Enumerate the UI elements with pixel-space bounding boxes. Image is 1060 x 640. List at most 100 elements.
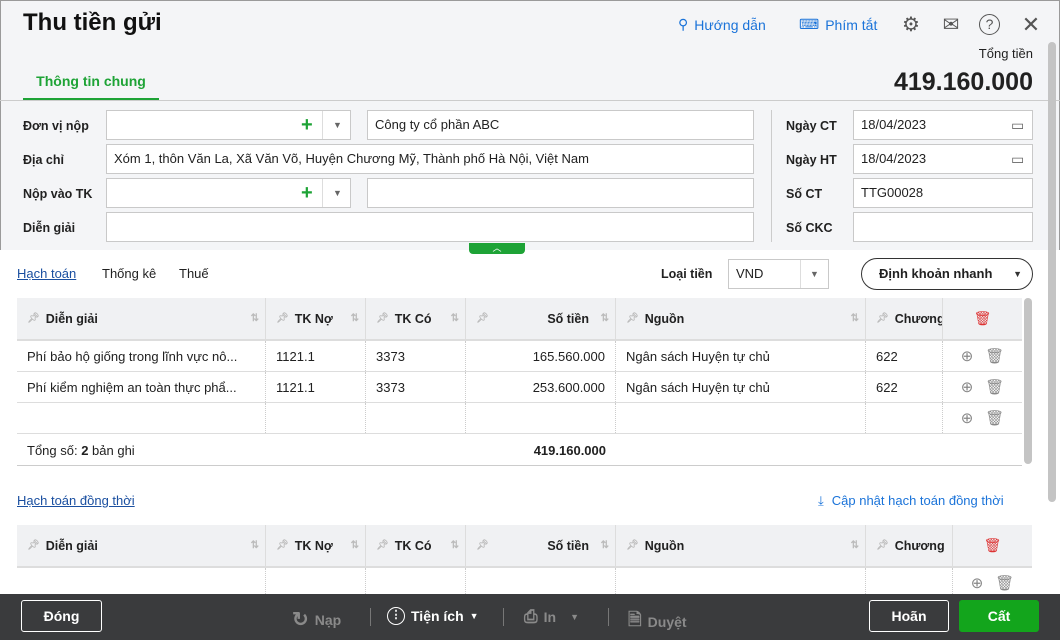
trash-icon[interactable]: 🗑︎ bbox=[995, 574, 1014, 592]
pin-icon: 📌︎ bbox=[876, 540, 889, 551]
scrollbar[interactable] bbox=[1024, 298, 1032, 464]
cell-credit-account[interactable]: 3373 bbox=[366, 341, 466, 371]
column-header-credit-account[interactable]: 📌︎ TK Có ⇅ bbox=[366, 525, 466, 566]
save-button[interactable]: Cất bbox=[959, 600, 1039, 632]
pin-icon: 📌︎ bbox=[27, 313, 40, 324]
table-row[interactable]: Phí kiểm nghiệm an toàn thực phẩ... 1121.… bbox=[17, 372, 1022, 403]
doc-date-input[interactable]: 18/04/2023 bbox=[853, 110, 1033, 140]
add-row-icon[interactable]: ⊕ bbox=[961, 409, 974, 427]
reload-button[interactable]: ↻ Nạp bbox=[292, 607, 341, 632]
tab-tax[interactable]: Thuế bbox=[179, 266, 209, 281]
cell-amount[interactable]: 253.600.000 bbox=[466, 372, 616, 402]
payer-name-input[interactable]: Công ty cổ phần ABC bbox=[367, 110, 754, 140]
transfer-number-input[interactable] bbox=[853, 212, 1033, 242]
table-row[interactable]: Phí bảo hộ giống trong lĩnh vực nô... 112… bbox=[17, 341, 1022, 372]
chevron-down-icon: ▼ bbox=[1013, 269, 1022, 279]
approve-button[interactable]: 🗎 Duyệt bbox=[628, 607, 687, 636]
table-row[interactable]: ⊕ 🗑︎ bbox=[17, 403, 1022, 434]
divider bbox=[771, 110, 772, 242]
column-header-chapter[interactable]: 📌︎ Chương bbox=[866, 525, 953, 566]
mail-icon[interactable]: ✉ bbox=[939, 13, 963, 37]
chevron-down-icon[interactable]: ▼ bbox=[333, 120, 342, 130]
calendar-icon[interactable]: ▭ bbox=[1011, 151, 1024, 168]
sort-icon: ⇅ bbox=[250, 540, 259, 551]
cell-chapter[interactable]: 622 bbox=[866, 341, 943, 371]
cell-debit-account[interactable]: 1121.1 bbox=[266, 372, 366, 402]
pin-icon: 📌︎ bbox=[476, 313, 489, 324]
payer-code-input[interactable] bbox=[106, 110, 351, 140]
trash-icon[interactable]: 🗑︎ bbox=[985, 409, 1004, 427]
column-header-debit-account[interactable]: 📌︎ TK Nợ ⇅ bbox=[266, 525, 366, 566]
utilities-button[interactable]: ⋮ Tiện ích ▼ bbox=[387, 607, 479, 625]
column-header-credit-account[interactable]: 📌︎ TK Có ⇅ bbox=[366, 298, 466, 339]
account-name-input[interactable] bbox=[367, 178, 754, 208]
cancel-button[interactable]: Hoãn bbox=[869, 600, 949, 632]
tab-statistics[interactable]: Thống kê bbox=[102, 266, 156, 281]
cell-chapter[interactable]: 622 bbox=[866, 372, 943, 402]
concurrent-accounting-title[interactable]: Hạch toán đồng thời bbox=[17, 493, 135, 508]
cell-description[interactable] bbox=[17, 403, 266, 433]
print-button[interactable]: ⎙ In ▼ bbox=[524, 607, 579, 627]
address-input[interactable]: Xóm 1, thôn Văn La, Xã Văn Võ, Huyện Chư… bbox=[106, 144, 754, 174]
close-icon[interactable]: ✕ bbox=[1019, 13, 1043, 37]
cell-description[interactable]: Phí bảo hộ giống trong lĩnh vực nô... bbox=[17, 341, 266, 371]
delete-all-icon[interactable]: 🗑︎ bbox=[953, 525, 1032, 566]
plus-icon[interactable]: + bbox=[301, 112, 313, 138]
column-header-description[interactable]: 📌︎ Diễn giải ⇅ bbox=[17, 525, 266, 566]
doc-number-input[interactable]: TTG00028 bbox=[853, 178, 1033, 208]
chevron-down-icon[interactable]: ▼ bbox=[333, 188, 342, 198]
address-label: Địa chỉ bbox=[23, 153, 64, 167]
cell-source[interactable]: Ngân sách Huyện tự chủ bbox=[616, 372, 866, 402]
column-header-amount[interactable]: 📌︎ Số tiền ⇅ bbox=[466, 525, 616, 566]
divider bbox=[503, 608, 504, 626]
trash-icon[interactable]: 🗑︎ bbox=[985, 378, 1004, 396]
divider bbox=[322, 111, 323, 139]
quick-entry-button[interactable]: Định khoản nhanh ▼ bbox=[861, 258, 1033, 290]
cell-amount[interactable] bbox=[466, 403, 616, 433]
collapse-button[interactable]: ︿ bbox=[469, 243, 525, 254]
cell-credit-account[interactable]: 3373 bbox=[366, 372, 466, 402]
guide-link[interactable]: ⚲ Hướng dẫn bbox=[678, 16, 766, 33]
delete-all-icon[interactable]: 🗑︎ bbox=[943, 298, 1022, 339]
update-concurrent-link[interactable]: ⤓ Cập nhật hạch toán đồng thời bbox=[818, 493, 1004, 509]
cell-amount[interactable]: 165.560.000 bbox=[466, 341, 616, 371]
add-row-icon[interactable]: ⊕ bbox=[961, 378, 974, 396]
total-value: 419.160.000 bbox=[893, 68, 1033, 96]
post-date-input[interactable]: 18/04/2023 bbox=[853, 144, 1033, 174]
cell-source[interactable] bbox=[616, 403, 866, 433]
column-header-debit-account[interactable]: 📌︎ TK Nợ ⇅ bbox=[266, 298, 366, 339]
trash-icon[interactable]: 🗑︎ bbox=[985, 347, 1004, 365]
cell-source[interactable]: Ngân sách Huyện tự chủ bbox=[616, 341, 866, 371]
tab-general-info[interactable]: Thông tin chung bbox=[23, 66, 159, 101]
sort-icon: ⇅ bbox=[450, 540, 459, 551]
plus-icon[interactable]: + bbox=[301, 180, 313, 206]
account-input[interactable] bbox=[106, 178, 351, 208]
cell-credit-account[interactable] bbox=[366, 403, 466, 433]
chevron-down-icon[interactable]: ▼ bbox=[810, 269, 819, 279]
cell-chapter[interactable] bbox=[866, 403, 943, 433]
record-count: Tổng số: 2 bản ghi bbox=[27, 443, 135, 458]
help-icon[interactable]: ? bbox=[979, 14, 1000, 35]
gear-icon[interactable]: ⚙ bbox=[899, 13, 923, 37]
add-row-icon[interactable]: ⊕ bbox=[971, 574, 984, 592]
download-icon: ⤓ bbox=[818, 493, 824, 508]
shortcuts-link[interactable]: ⌨ Phím tắt bbox=[799, 16, 877, 33]
divider bbox=[370, 608, 371, 626]
column-header-chapter[interactable]: 📌︎ Chương bbox=[866, 298, 943, 339]
column-header-description[interactable]: 📌︎ Diễn giải ⇅ bbox=[17, 298, 266, 339]
column-header-source[interactable]: 📌︎ Nguồn ⇅ bbox=[616, 525, 866, 566]
cell-description[interactable]: Phí kiểm nghiệm an toàn thực phẩ... bbox=[17, 372, 266, 402]
add-row-icon[interactable]: ⊕ bbox=[961, 347, 974, 365]
page-scrollbar[interactable] bbox=[1048, 42, 1056, 502]
calendar-icon[interactable]: ▭ bbox=[1011, 117, 1024, 134]
cell-debit-account[interactable] bbox=[266, 403, 366, 433]
description-input[interactable] bbox=[106, 212, 754, 242]
column-header-amount[interactable]: 📌︎ Số tiền ⇅ bbox=[466, 298, 616, 339]
grid-header: 📌︎ Diễn giải ⇅ 📌︎ TK Nợ ⇅ 📌︎ TK Có ⇅ 📌︎ Số tiền ⇅ 📌︎… bbox=[17, 298, 1022, 341]
chevron-down-icon: ▼ bbox=[570, 612, 579, 622]
close-button[interactable]: Đóng bbox=[21, 600, 102, 632]
column-header-source[interactable]: 📌︎ Nguồn ⇅ bbox=[616, 298, 866, 339]
tab-accounting[interactable]: Hạch toán bbox=[17, 266, 76, 281]
cell-debit-account[interactable]: 1121.1 bbox=[266, 341, 366, 371]
pin-icon: 📌︎ bbox=[27, 540, 40, 551]
